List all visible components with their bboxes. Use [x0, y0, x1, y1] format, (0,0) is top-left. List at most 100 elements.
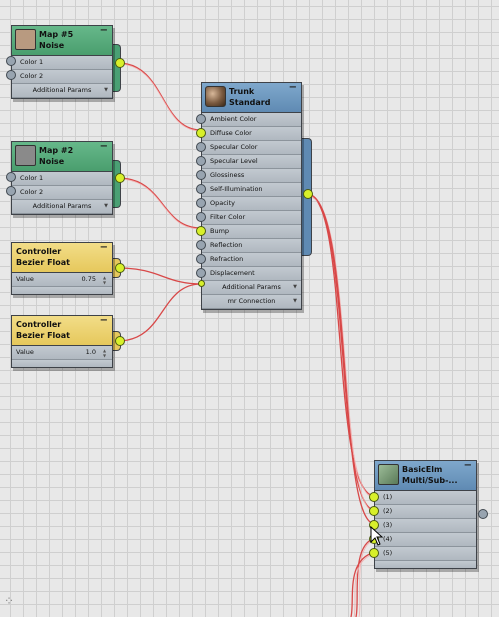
basic-slot-row[interactable]: (1): [375, 491, 476, 505]
controller1-node[interactable]: Controller Bezier Float − Value 0.75 ▲ ▼: [11, 242, 113, 295]
basic-slot1-socket[interactable]: [369, 492, 379, 502]
trunk-displacement-socket[interactable]: [196, 268, 206, 278]
trunk-self-illum-socket[interactable]: [196, 184, 206, 194]
trunk-params-label: Additional Params: [222, 283, 281, 291]
basic-header[interactable]: BasicElm Multi/Sub-... −: [375, 461, 476, 491]
trunk-row-label: Ambient Color: [210, 115, 257, 123]
trunk-specular-color-socket[interactable]: [196, 142, 206, 152]
map5-color2-input-socket[interactable]: [6, 70, 16, 80]
trunk-output-socket[interactable]: [303, 189, 313, 199]
basic-slot-label: (5): [383, 549, 393, 557]
trunk-row[interactable]: Bump: [202, 225, 301, 239]
ctrl2-header[interactable]: Controller Bezier Float −: [12, 316, 112, 346]
map2-color2-input-socket[interactable]: [6, 186, 16, 196]
basic-slot5-socket[interactable]: [369, 548, 379, 558]
trunk-row[interactable]: Reflection: [202, 239, 301, 253]
basic-slot-row[interactable]: (3): [375, 519, 476, 533]
ctrl1-collapse-icon[interactable]: −: [100, 243, 108, 253]
ctrl1-value-row[interactable]: Value 0.75 ▲ ▼: [12, 273, 112, 287]
trunk-row[interactable]: Self-Illumination: [202, 183, 301, 197]
trunk-collapse-icon[interactable]: −: [289, 83, 297, 93]
wire-trunk-to-basic-3: [306, 193, 376, 525]
ctrl2-value-field[interactable]: 1.0: [86, 346, 96, 359]
trunk-row[interactable]: Opacity: [202, 197, 301, 211]
ctrl2-spinner-icon[interactable]: ▲ ▼: [101, 348, 108, 358]
map2-row-color1[interactable]: Color 1: [12, 172, 112, 186]
map5-additional-params[interactable]: Additional Params ▼: [12, 84, 112, 98]
map2-header[interactable]: Map #2 Noise −: [12, 142, 112, 172]
map5-row-color1[interactable]: Color 1: [12, 56, 112, 70]
trunk-bump-socket[interactable]: [196, 226, 206, 236]
trunk-specular-level-socket[interactable]: [196, 156, 206, 166]
trunk-row[interactable]: Refraction: [202, 253, 301, 267]
navigation-tool-icon[interactable]: ⁘: [4, 594, 14, 608]
trunk-glossiness-socket[interactable]: [196, 170, 206, 180]
basic-slot2-socket[interactable]: [369, 506, 379, 516]
trunk-row-label: Filter Color: [210, 213, 246, 221]
trunk-row-label: Diffuse Color: [210, 129, 252, 137]
map5-output-socket[interactable]: [115, 58, 125, 68]
basic-slot-label: (3): [383, 521, 393, 529]
trunk-reflection-socket[interactable]: [196, 240, 206, 250]
trunk-header[interactable]: Trunk Standard −: [202, 83, 301, 113]
trunk-row[interactable]: Glossiness: [202, 169, 301, 183]
map2-color1-input-socket[interactable]: [6, 172, 16, 182]
ctrl1-value-field[interactable]: 0.75: [82, 273, 96, 286]
ctrl2-value-label: Value: [16, 348, 34, 356]
ctrl2-collapse-icon[interactable]: −: [100, 316, 108, 326]
map5-noise-node[interactable]: Map #5 Noise − Color 1 Color 2 Additiona…: [11, 25, 113, 99]
basic-slot-row[interactable]: (4): [375, 533, 476, 547]
ctrl1-type: Bezier Float: [16, 258, 71, 267]
basic-output-socket[interactable]: [478, 509, 488, 519]
chevron-down-icon: ▼: [293, 298, 297, 304]
basic-slot-row[interactable]: (2): [375, 505, 476, 519]
basic-slot-row[interactable]: (5): [375, 547, 476, 561]
trunk-row-label: Reflection: [210, 241, 243, 249]
ctrl2-value-row[interactable]: Value 1.0 ▲ ▼: [12, 346, 112, 360]
basic-collapse-icon[interactable]: −: [464, 461, 472, 471]
trunk-row[interactable]: Filter Color: [202, 211, 301, 225]
ctrl1-value-label: Value: [16, 275, 34, 283]
ctrl1-header[interactable]: Controller Bezier Float −: [12, 243, 112, 273]
ctrl1-footer: [12, 287, 112, 294]
chevron-down-icon: ▼: [104, 87, 108, 93]
trunk-row[interactable]: Specular Level: [202, 155, 301, 169]
trunk-ambient-socket[interactable]: [196, 114, 206, 124]
map2-collapse-icon[interactable]: −: [100, 142, 108, 152]
map2-additional-params[interactable]: Additional Params ▼: [12, 200, 112, 214]
ctrl1-spinner-icon[interactable]: ▲ ▼: [101, 275, 108, 285]
trunk-row-label: Refraction: [210, 255, 244, 263]
map5-row-label: Color 2: [20, 72, 44, 80]
basic-footer: [375, 561, 476, 568]
map5-collapse-icon[interactable]: −: [100, 26, 108, 36]
trunk-additional-params[interactable]: Additional Params ▼: [202, 281, 301, 295]
map5-row-label: Color 1: [20, 58, 44, 66]
trunk-opacity-socket[interactable]: [196, 198, 206, 208]
trunk-row-label: Specular Level: [210, 157, 258, 165]
basic-slot-label: (4): [383, 535, 393, 543]
trunk-mr-connection[interactable]: mr Connection ▼: [202, 295, 301, 309]
trunk-row[interactable]: Displacement: [202, 267, 301, 281]
node-editor-canvas[interactable]: Map #5 Noise − Color 1 Color 2 Additiona…: [0, 0, 499, 617]
map2-noise-node[interactable]: Map #2 Noise − Color 1 Color 2 Additiona…: [11, 141, 113, 215]
map5-header[interactable]: Map #5 Noise −: [12, 26, 112, 56]
map5-row-color2[interactable]: Color 2: [12, 70, 112, 84]
ctrl1-output-socket[interactable]: [115, 263, 125, 273]
wire-offscreen-2: [350, 551, 376, 617]
trunk-refraction-socket[interactable]: [196, 254, 206, 264]
ctrl2-output-socket[interactable]: [115, 336, 125, 346]
map5-params-label: Additional Params: [32, 86, 92, 94]
map2-output-socket[interactable]: [115, 173, 125, 183]
basicelm-multisub-node[interactable]: BasicElm Multi/Sub-... − (1) (2) (3) (4)…: [374, 460, 477, 569]
trunk-row[interactable]: Ambient Color: [202, 113, 301, 127]
trunk-diffuse-socket[interactable]: [196, 128, 206, 138]
trunk-row[interactable]: Diffuse Color: [202, 127, 301, 141]
trunk-filter-color-socket[interactable]: [196, 212, 206, 222]
chevron-down-icon: ▼: [104, 203, 108, 209]
trunk-standard-node[interactable]: Trunk Standard − Ambient Color Diffuse C…: [201, 82, 302, 310]
map2-row-color2[interactable]: Color 2: [12, 186, 112, 200]
map5-color1-input-socket[interactable]: [6, 56, 16, 66]
controller2-node[interactable]: Controller Bezier Float − Value 1.0 ▲ ▼: [11, 315, 113, 368]
trunk-row[interactable]: Specular Color: [202, 141, 301, 155]
trunk-params-socket[interactable]: [198, 280, 205, 287]
